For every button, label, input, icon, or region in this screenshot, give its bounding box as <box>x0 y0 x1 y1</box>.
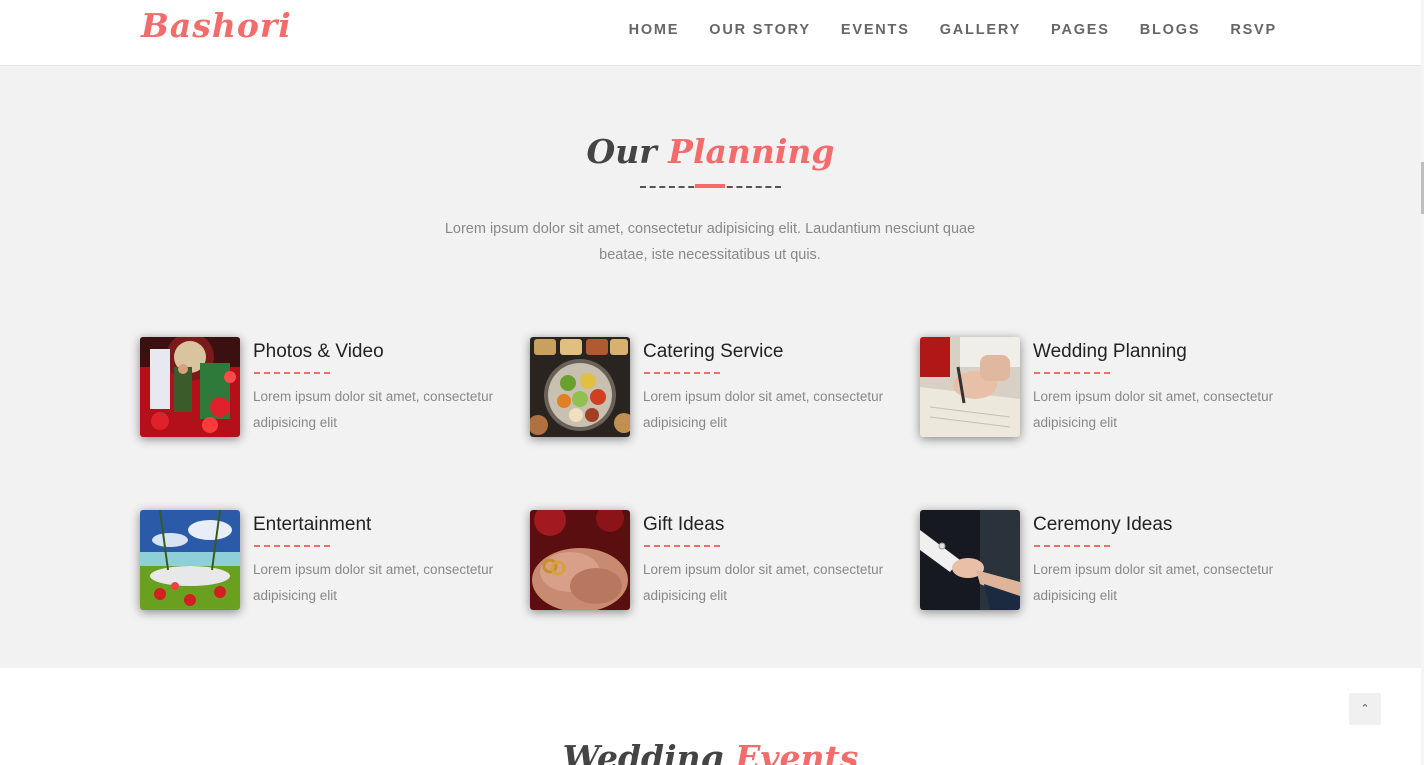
service-desc: Lorem ipsum dolor sit amet, consectetur … <box>643 389 884 430</box>
nav-gallery[interactable]: GALLERY <box>940 20 1021 40</box>
wedding-planning-thumbnail[interactable] <box>920 337 1020 437</box>
events-section: Wedding Events <box>0 668 1421 765</box>
chevron-up-icon: ⌃ <box>1360 702 1370 715</box>
nav-rsvp[interactable]: RSVP <box>1230 20 1277 40</box>
service-underline <box>254 372 330 374</box>
nav-blogs[interactable]: BLOGS <box>1140 20 1201 40</box>
nav-events[interactable]: EVENTS <box>841 20 910 40</box>
service-entertainment: Entertainment Lorem ipsum dolor sit amet… <box>140 510 520 620</box>
service-underline <box>1034 545 1110 547</box>
planning-title-accent: Planning <box>668 132 835 171</box>
service-underline <box>644 372 720 374</box>
service-underline <box>1034 372 1110 374</box>
events-title-accent: Events <box>735 738 859 765</box>
nav-pages[interactable]: PAGES <box>1051 20 1110 40</box>
service-title[interactable]: Ceremony Ideas <box>1033 514 1172 536</box>
gift-ideas-thumbnail[interactable] <box>530 510 630 610</box>
catering-thumbnail[interactable] <box>530 337 630 437</box>
planning-intro: Lorem ipsum dolor sit amet, consectetur … <box>444 221 976 263</box>
planning-title-dark: Our <box>586 132 657 171</box>
service-photos-video: Photos & Video Lorem ipsum dolor sit ame… <box>140 337 520 447</box>
service-ceremony-ideas: Ceremony Ideas Lorem ipsum dolor sit ame… <box>920 510 1300 620</box>
scroll-top-button[interactable]: ⌃ <box>1349 693 1381 725</box>
service-title[interactable]: Gift Ideas <box>643 514 724 536</box>
service-underline <box>254 545 330 547</box>
events-title: Wedding Events <box>0 738 1421 765</box>
events-title-dark: Wedding <box>562 738 724 765</box>
service-desc: Lorem ipsum dolor sit amet, consectetur … <box>1033 389 1274 430</box>
planning-title: Our Planning <box>0 132 1421 171</box>
service-gift-ideas: Gift Ideas Lorem ipsum dolor sit amet, c… <box>530 510 910 620</box>
site-header: Bashori HOME OUR STORY EVENTS GALLERY PA… <box>0 0 1421 66</box>
service-underline <box>644 545 720 547</box>
photos-video-thumbnail[interactable] <box>140 337 240 437</box>
service-desc: Lorem ipsum dolor sit amet, consectetur … <box>253 389 494 430</box>
service-desc: Lorem ipsum dolor sit amet, consectetur … <box>1033 562 1274 603</box>
main-nav: HOME OUR STORY EVENTS GALLERY PAGES BLOG… <box>599 20 1277 40</box>
service-wedding-planning: Wedding Planning Lorem ipsum dolor sit a… <box>920 337 1300 447</box>
entertainment-thumbnail[interactable] <box>140 510 240 610</box>
ceremony-ideas-thumbnail[interactable] <box>920 510 1020 610</box>
title-divider <box>640 184 781 189</box>
nav-home[interactable]: HOME <box>629 20 680 40</box>
service-title[interactable]: Wedding Planning <box>1033 341 1187 363</box>
service-desc: Lorem ipsum dolor sit amet, consectetur … <box>643 562 884 603</box>
planning-section: Our Planning Lorem ipsum dolor sit amet,… <box>0 66 1421 668</box>
service-catering: Catering Service Lorem ipsum dolor sit a… <box>530 337 910 447</box>
service-desc: Lorem ipsum dolor sit amet, consectetur … <box>253 562 494 603</box>
service-title[interactable]: Photos & Video <box>253 341 384 363</box>
service-title[interactable]: Catering Service <box>643 341 783 363</box>
site-logo[interactable]: Bashori <box>141 6 292 45</box>
nav-our-story[interactable]: OUR STORY <box>709 20 811 40</box>
service-title[interactable]: Entertainment <box>253 514 371 536</box>
